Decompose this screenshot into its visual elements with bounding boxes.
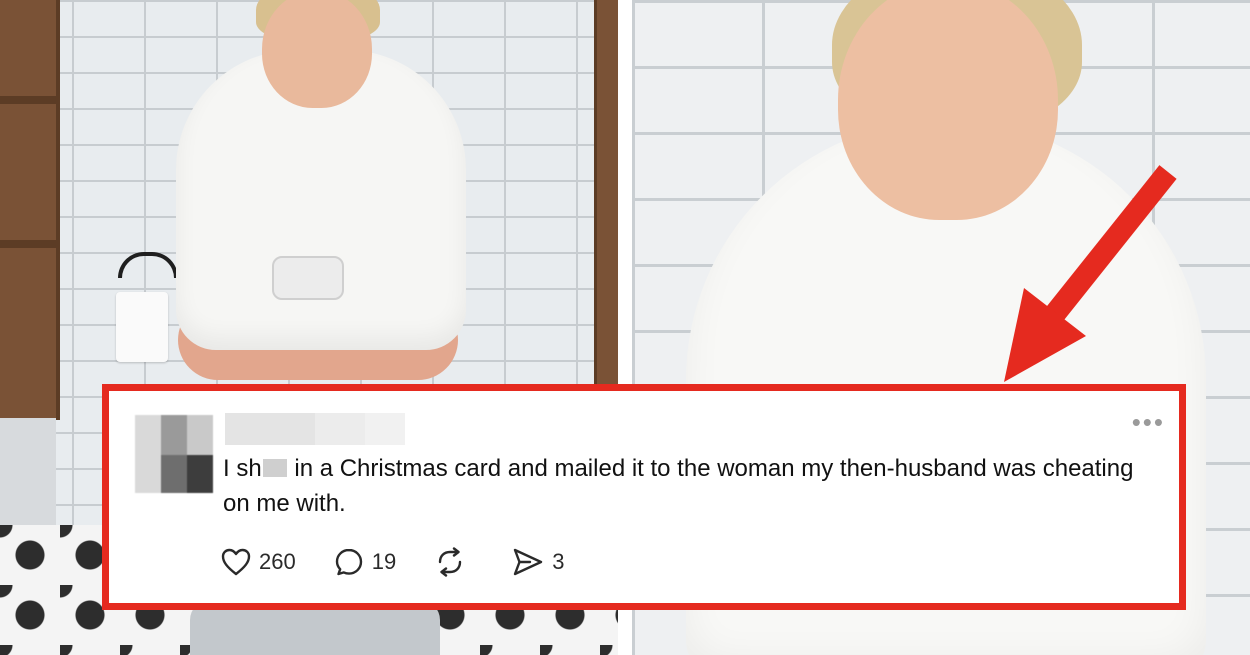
username[interactable]: oebb_012 (225, 413, 405, 445)
share-count: 3 (552, 549, 565, 574)
post-card: oebb_012 ••• I sh in a Christmas card an… (102, 384, 1186, 610)
smiling-face (262, 0, 372, 108)
reply-button[interactable]: 19 (334, 544, 396, 580)
redaction-block (262, 459, 287, 477)
toilet-paper-holder (118, 252, 178, 278)
like-button[interactable]: 260 (221, 544, 296, 580)
post-text-start: I sh (223, 455, 262, 482)
send-icon (514, 548, 543, 576)
avatar[interactable] (135, 415, 213, 493)
heart-icon (221, 548, 251, 576)
more-options-icon[interactable]: ••• (1125, 409, 1165, 435)
reply-count: 19 (371, 549, 397, 574)
comment-icon (335, 548, 362, 576)
tile-bench (0, 418, 56, 538)
repost-icon (439, 547, 462, 577)
repost-button[interactable] (434, 547, 474, 577)
wooden-shelf-edge (594, 0, 618, 420)
red-arrow-icon (1004, 165, 1177, 382)
phone (272, 256, 344, 300)
like-count: 260 (259, 549, 296, 574)
post-text: I sh in a Christmas card and mailed it t… (223, 451, 1153, 521)
post-actions: 260 19 3 (221, 544, 602, 580)
share-button[interactable]: 3 (512, 544, 564, 580)
toilet-paper-roll (116, 292, 168, 362)
post-text-rest: in a Christmas card and mailed it to the… (223, 455, 1134, 517)
wooden-shelf (0, 0, 60, 420)
